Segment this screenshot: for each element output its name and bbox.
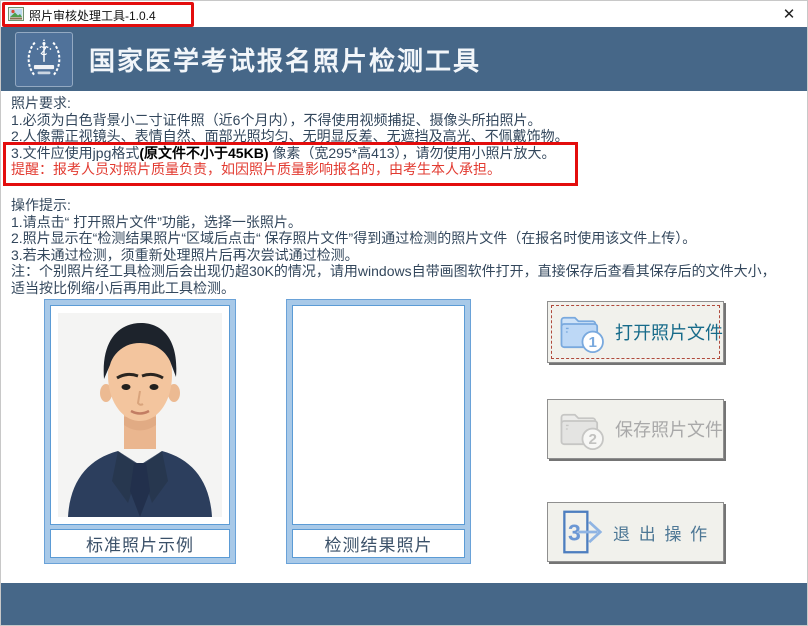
- tip-note-line-2: 适当按比例缩小后再用此工具检测。: [11, 280, 807, 297]
- step-number-2: 2: [588, 431, 596, 448]
- exit-arrow-icon: 3: [557, 507, 603, 557]
- sample-photo-frame: 标准照片示例: [44, 299, 236, 564]
- open-photo-button[interactable]: 1 打开照片文件: [547, 301, 724, 363]
- requirement-line-1: 1.必须为白色背景小二寸证件照（近6个月内），不得使用视频捕捉、摄像头所拍照片。: [11, 112, 611, 129]
- close-icon: ✕: [783, 5, 796, 23]
- save-button-label: 保存照片文件: [615, 416, 723, 442]
- sample-portrait-photo: [58, 313, 222, 517]
- requirement-highlight-box: [3, 142, 578, 186]
- result-photo-area: [292, 305, 465, 525]
- close-button[interactable]: ✕: [775, 2, 803, 26]
- operation-tips: 操作提示: 1.请点击“ 打开照片文件”功能，选择一张照片。 2.照片显示在“检…: [11, 197, 807, 296]
- tip-line-3: 3.若未通过检测，须重新处理照片后再次尝试通过检测。: [11, 247, 807, 264]
- laurel-emblem-icon: [22, 38, 66, 82]
- save-folder-icon: 2: [557, 405, 607, 453]
- requirements-heading: 照片要求:: [11, 95, 611, 112]
- page-title: 国家医学考试报名照片检测工具: [89, 27, 481, 91]
- footer-bar: [1, 583, 808, 626]
- open-folder-icon: 1: [557, 308, 607, 356]
- result-photo-frame: 检测结果照片: [286, 299, 471, 564]
- title-highlight-box: [2, 2, 194, 27]
- exit-button-label: 退 出 操 作: [613, 520, 709, 545]
- app-header: 国家医学考试报名照片检测工具: [1, 27, 808, 91]
- nmec-logo: [15, 32, 73, 87]
- title-bar: 照片审核处理工具-1.0.4 ✕: [1, 1, 808, 27]
- result-photo-label: 检测结果照片: [292, 529, 465, 558]
- exit-button[interactable]: 3 退 出 操 作: [547, 502, 724, 562]
- step-number-1: 1: [588, 334, 596, 351]
- sample-photo-label: 标准照片示例: [50, 529, 230, 558]
- tip-note-line-1: 注：个别照片经工具检测后会出现仍超30K的情况，请用windows自带画图软件打…: [11, 263, 807, 280]
- open-button-label: 打开照片文件: [615, 319, 723, 345]
- tips-heading: 操作提示:: [11, 197, 807, 214]
- app-window: 照片审核处理工具-1.0.4 ✕ 国家医学考试报名照片检测工具 照片要求: 1.…: [0, 0, 808, 626]
- sample-photo-area: [50, 305, 230, 525]
- tip-line-1: 1.请点击“ 打开照片文件”功能，选择一张照片。: [11, 214, 807, 231]
- save-photo-button[interactable]: 2 保存照片文件: [547, 399, 724, 459]
- tip-line-2: 2.照片显示在“检测结果照片“区域后点击“ 保存照片文件”得到通过检测的照片文件…: [11, 230, 807, 247]
